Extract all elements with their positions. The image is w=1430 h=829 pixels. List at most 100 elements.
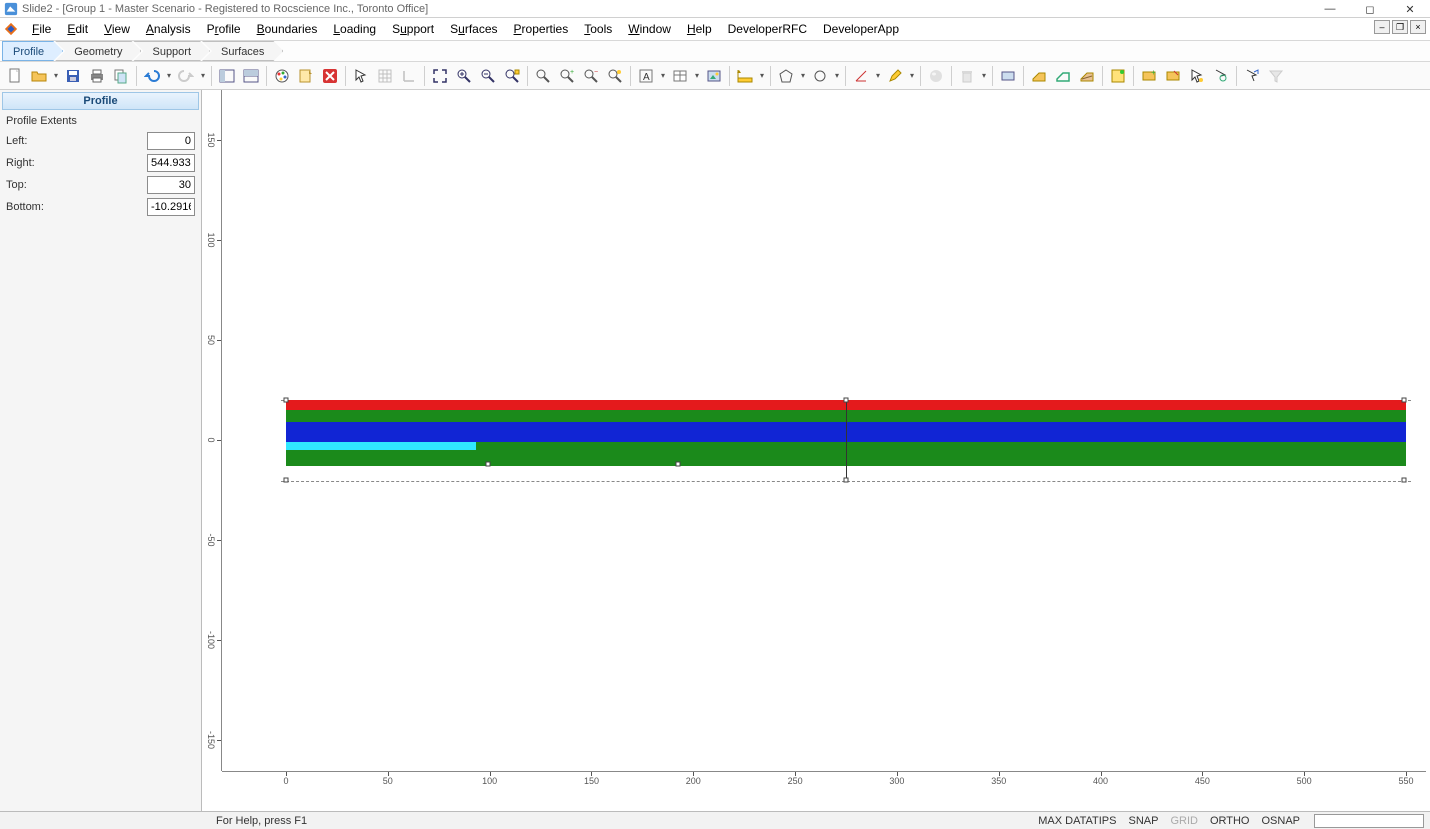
menu-edit[interactable]: Edit: [61, 20, 94, 38]
pane-left-button[interactable]: [216, 65, 238, 87]
profile-extents-box[interactable]: [286, 400, 1406, 482]
text-dropdown[interactable]: ▾: [659, 71, 667, 80]
angle-button[interactable]: [850, 65, 872, 87]
open-button[interactable]: [28, 65, 50, 87]
bottom-input[interactable]: [147, 198, 195, 216]
circle-button[interactable]: [809, 65, 831, 87]
toggle-grid[interactable]: GRID: [1170, 815, 1198, 827]
tab-support[interactable]: Support: [133, 41, 210, 61]
slope-outline-button[interactable]: [1052, 65, 1074, 87]
doc-minimize-button[interactable]: –: [1374, 20, 1390, 34]
toggle-max-datatips[interactable]: MAX DATATIPS: [1038, 815, 1116, 827]
handle-tr[interactable]: [1402, 398, 1407, 403]
undo-dropdown[interactable]: ▾: [165, 71, 173, 80]
zoom-window-button[interactable]: [501, 65, 523, 87]
menu-surfaces[interactable]: Surfaces: [444, 20, 503, 38]
handle-p1[interactable]: [485, 461, 490, 466]
left-input[interactable]: [147, 132, 195, 150]
magnifier-reset-button[interactable]: [604, 65, 626, 87]
open-dropdown[interactable]: ▾: [52, 71, 60, 80]
export-button[interactable]: [1241, 65, 1263, 87]
menu-tools[interactable]: Tools: [578, 20, 618, 38]
redo-dropdown[interactable]: ▾: [199, 71, 207, 80]
print-button[interactable]: [86, 65, 108, 87]
tab-profile[interactable]: Profile: [2, 41, 63, 61]
ruler-dropdown[interactable]: ▾: [758, 71, 766, 80]
handle-tm[interactable]: [844, 398, 849, 403]
close-button[interactable]: ✕: [1390, 0, 1430, 18]
axes-button[interactable]: [398, 65, 420, 87]
menu-file[interactable]: File: [26, 20, 57, 38]
material-add-button[interactable]: +: [1138, 65, 1160, 87]
menu-view[interactable]: View: [98, 20, 136, 38]
menu-boundaries[interactable]: Boundaries: [251, 20, 324, 38]
polygon-dropdown[interactable]: ▾: [799, 71, 807, 80]
table-button[interactable]: [669, 65, 691, 87]
menu-help[interactable]: Help: [681, 20, 718, 38]
toggle-ortho[interactable]: ORTHO: [1210, 815, 1250, 827]
magnifier-button[interactable]: [532, 65, 554, 87]
slope-layers-button[interactable]: [1076, 65, 1098, 87]
redo-button[interactable]: [175, 65, 197, 87]
select-button[interactable]: [350, 65, 372, 87]
minimize-button[interactable]: —: [1310, 0, 1350, 18]
menu-window[interactable]: Window: [622, 20, 677, 38]
handle-bl[interactable]: [284, 478, 289, 483]
slope-fill-button[interactable]: [1028, 65, 1050, 87]
toggle-snap[interactable]: SNAP: [1128, 815, 1158, 827]
tab-geometry[interactable]: Geometry: [55, 41, 141, 61]
handle-p2[interactable]: [676, 461, 681, 466]
angle-dropdown[interactable]: ▾: [874, 71, 882, 80]
toggle-osnap[interactable]: OSNAP: [1261, 815, 1300, 827]
pencil-dropdown[interactable]: ▾: [908, 71, 916, 80]
menu-support[interactable]: Support: [386, 20, 440, 38]
palette-button[interactable]: [271, 65, 293, 87]
menu-loading[interactable]: Loading: [327, 20, 382, 38]
save-button[interactable]: [62, 65, 84, 87]
top-input[interactable]: [147, 176, 195, 194]
filter-button[interactable]: [1265, 65, 1287, 87]
pick-point-button[interactable]: [1210, 65, 1232, 87]
copy-button[interactable]: [110, 65, 132, 87]
zoom-out-button[interactable]: [477, 65, 499, 87]
menu-analysis[interactable]: Analysis: [140, 20, 197, 38]
menu-developerapp[interactable]: DeveloperApp: [817, 20, 905, 38]
circle-dropdown[interactable]: ▾: [833, 71, 841, 80]
menu-developerrfc[interactable]: DeveloperRFC: [722, 20, 813, 38]
magnifier-minus-button[interactable]: −: [580, 65, 602, 87]
polygon-button[interactable]: [775, 65, 797, 87]
maximize-button[interactable]: ◻: [1350, 0, 1390, 18]
ruler-button[interactable]: [734, 65, 756, 87]
new-file-button[interactable]: [4, 65, 26, 87]
grid-button[interactable]: [374, 65, 396, 87]
text-tool-button[interactable]: A: [635, 65, 657, 87]
rectangle-button[interactable]: [997, 65, 1019, 87]
right-input[interactable]: [147, 154, 195, 172]
drawing-canvas[interactable]: [222, 90, 1426, 771]
undo-button[interactable]: [141, 65, 163, 87]
script-button[interactable]: [295, 65, 317, 87]
tab-surfaces[interactable]: Surfaces: [202, 41, 283, 61]
magnifier-plus-button[interactable]: +: [556, 65, 578, 87]
delete-button[interactable]: [956, 65, 978, 87]
image-button[interactable]: [703, 65, 725, 87]
canvas-area[interactable]: 150100500-50-100-150 0501001502002503003…: [202, 90, 1430, 811]
pencil-button[interactable]: [884, 65, 906, 87]
zoom-extents-button[interactable]: [429, 65, 451, 87]
handle-tl[interactable]: [284, 398, 289, 403]
zoom-in-button[interactable]: [453, 65, 475, 87]
menu-profile[interactable]: Profile: [201, 20, 247, 38]
doc-close-button[interactable]: ×: [1410, 20, 1426, 34]
doc-restore-button[interactable]: ❐: [1392, 20, 1408, 34]
layers-panel-button[interactable]: [1107, 65, 1129, 87]
handle-bm[interactable]: [844, 478, 849, 483]
material-edit-button[interactable]: [1162, 65, 1184, 87]
handle-br[interactable]: [1402, 478, 1407, 483]
delete-dropdown[interactable]: ▾: [980, 71, 988, 80]
sphere-button[interactable]: [925, 65, 947, 87]
cancel-button[interactable]: [319, 65, 341, 87]
table-dropdown[interactable]: ▾: [693, 71, 701, 80]
menu-properties[interactable]: Properties: [508, 20, 575, 38]
cursor-pick-button[interactable]: [1186, 65, 1208, 87]
pane-split-button[interactable]: [240, 65, 262, 87]
